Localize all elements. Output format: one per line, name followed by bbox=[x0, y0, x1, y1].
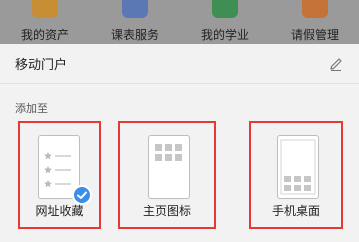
app-my-assets[interactable]: 我的资产 bbox=[0, 0, 90, 44]
pencil-icon bbox=[330, 57, 342, 71]
section-label: 添加至 bbox=[15, 102, 48, 115]
calendar-icon bbox=[122, 0, 148, 18]
option-bookmark[interactable]: 网址收藏 bbox=[18, 121, 101, 229]
home-grid-icon bbox=[148, 135, 190, 199]
app-label: 我的学业 bbox=[200, 28, 249, 42]
student-icon bbox=[212, 0, 238, 18]
option-desktop[interactable]: 手机桌面 bbox=[249, 121, 343, 229]
leave-icon bbox=[302, 0, 328, 18]
wallet-icon bbox=[32, 0, 58, 18]
app-my-studies[interactable]: 我的学业 bbox=[180, 0, 270, 44]
option-label: 网址收藏 bbox=[35, 204, 84, 218]
option-label: 手机桌面 bbox=[271, 204, 320, 218]
app-label: 我的资产 bbox=[20, 28, 69, 42]
app-label: 课表服务 bbox=[110, 28, 159, 42]
sheet-header: 移动门户 bbox=[0, 44, 359, 84]
edit-button[interactable] bbox=[327, 55, 345, 73]
sheet-title: 移动门户 bbox=[15, 58, 68, 73]
desktop-grid-icon bbox=[277, 135, 319, 199]
app-label: 请假管理 bbox=[290, 28, 339, 42]
option-home-icon[interactable]: 主页图标 bbox=[118, 121, 216, 229]
option-label: 主页图标 bbox=[142, 204, 191, 218]
add-to-sheet: 移动门户 添加至 网址收藏 主页图标 手机桌面 bbox=[0, 44, 359, 242]
app-leave[interactable]: 请假管理 bbox=[270, 0, 359, 44]
app-strip: 我的资产 课表服务 我的学业 请假管理 bbox=[0, 0, 359, 44]
app-schedule[interactable]: 课表服务 bbox=[90, 0, 180, 44]
